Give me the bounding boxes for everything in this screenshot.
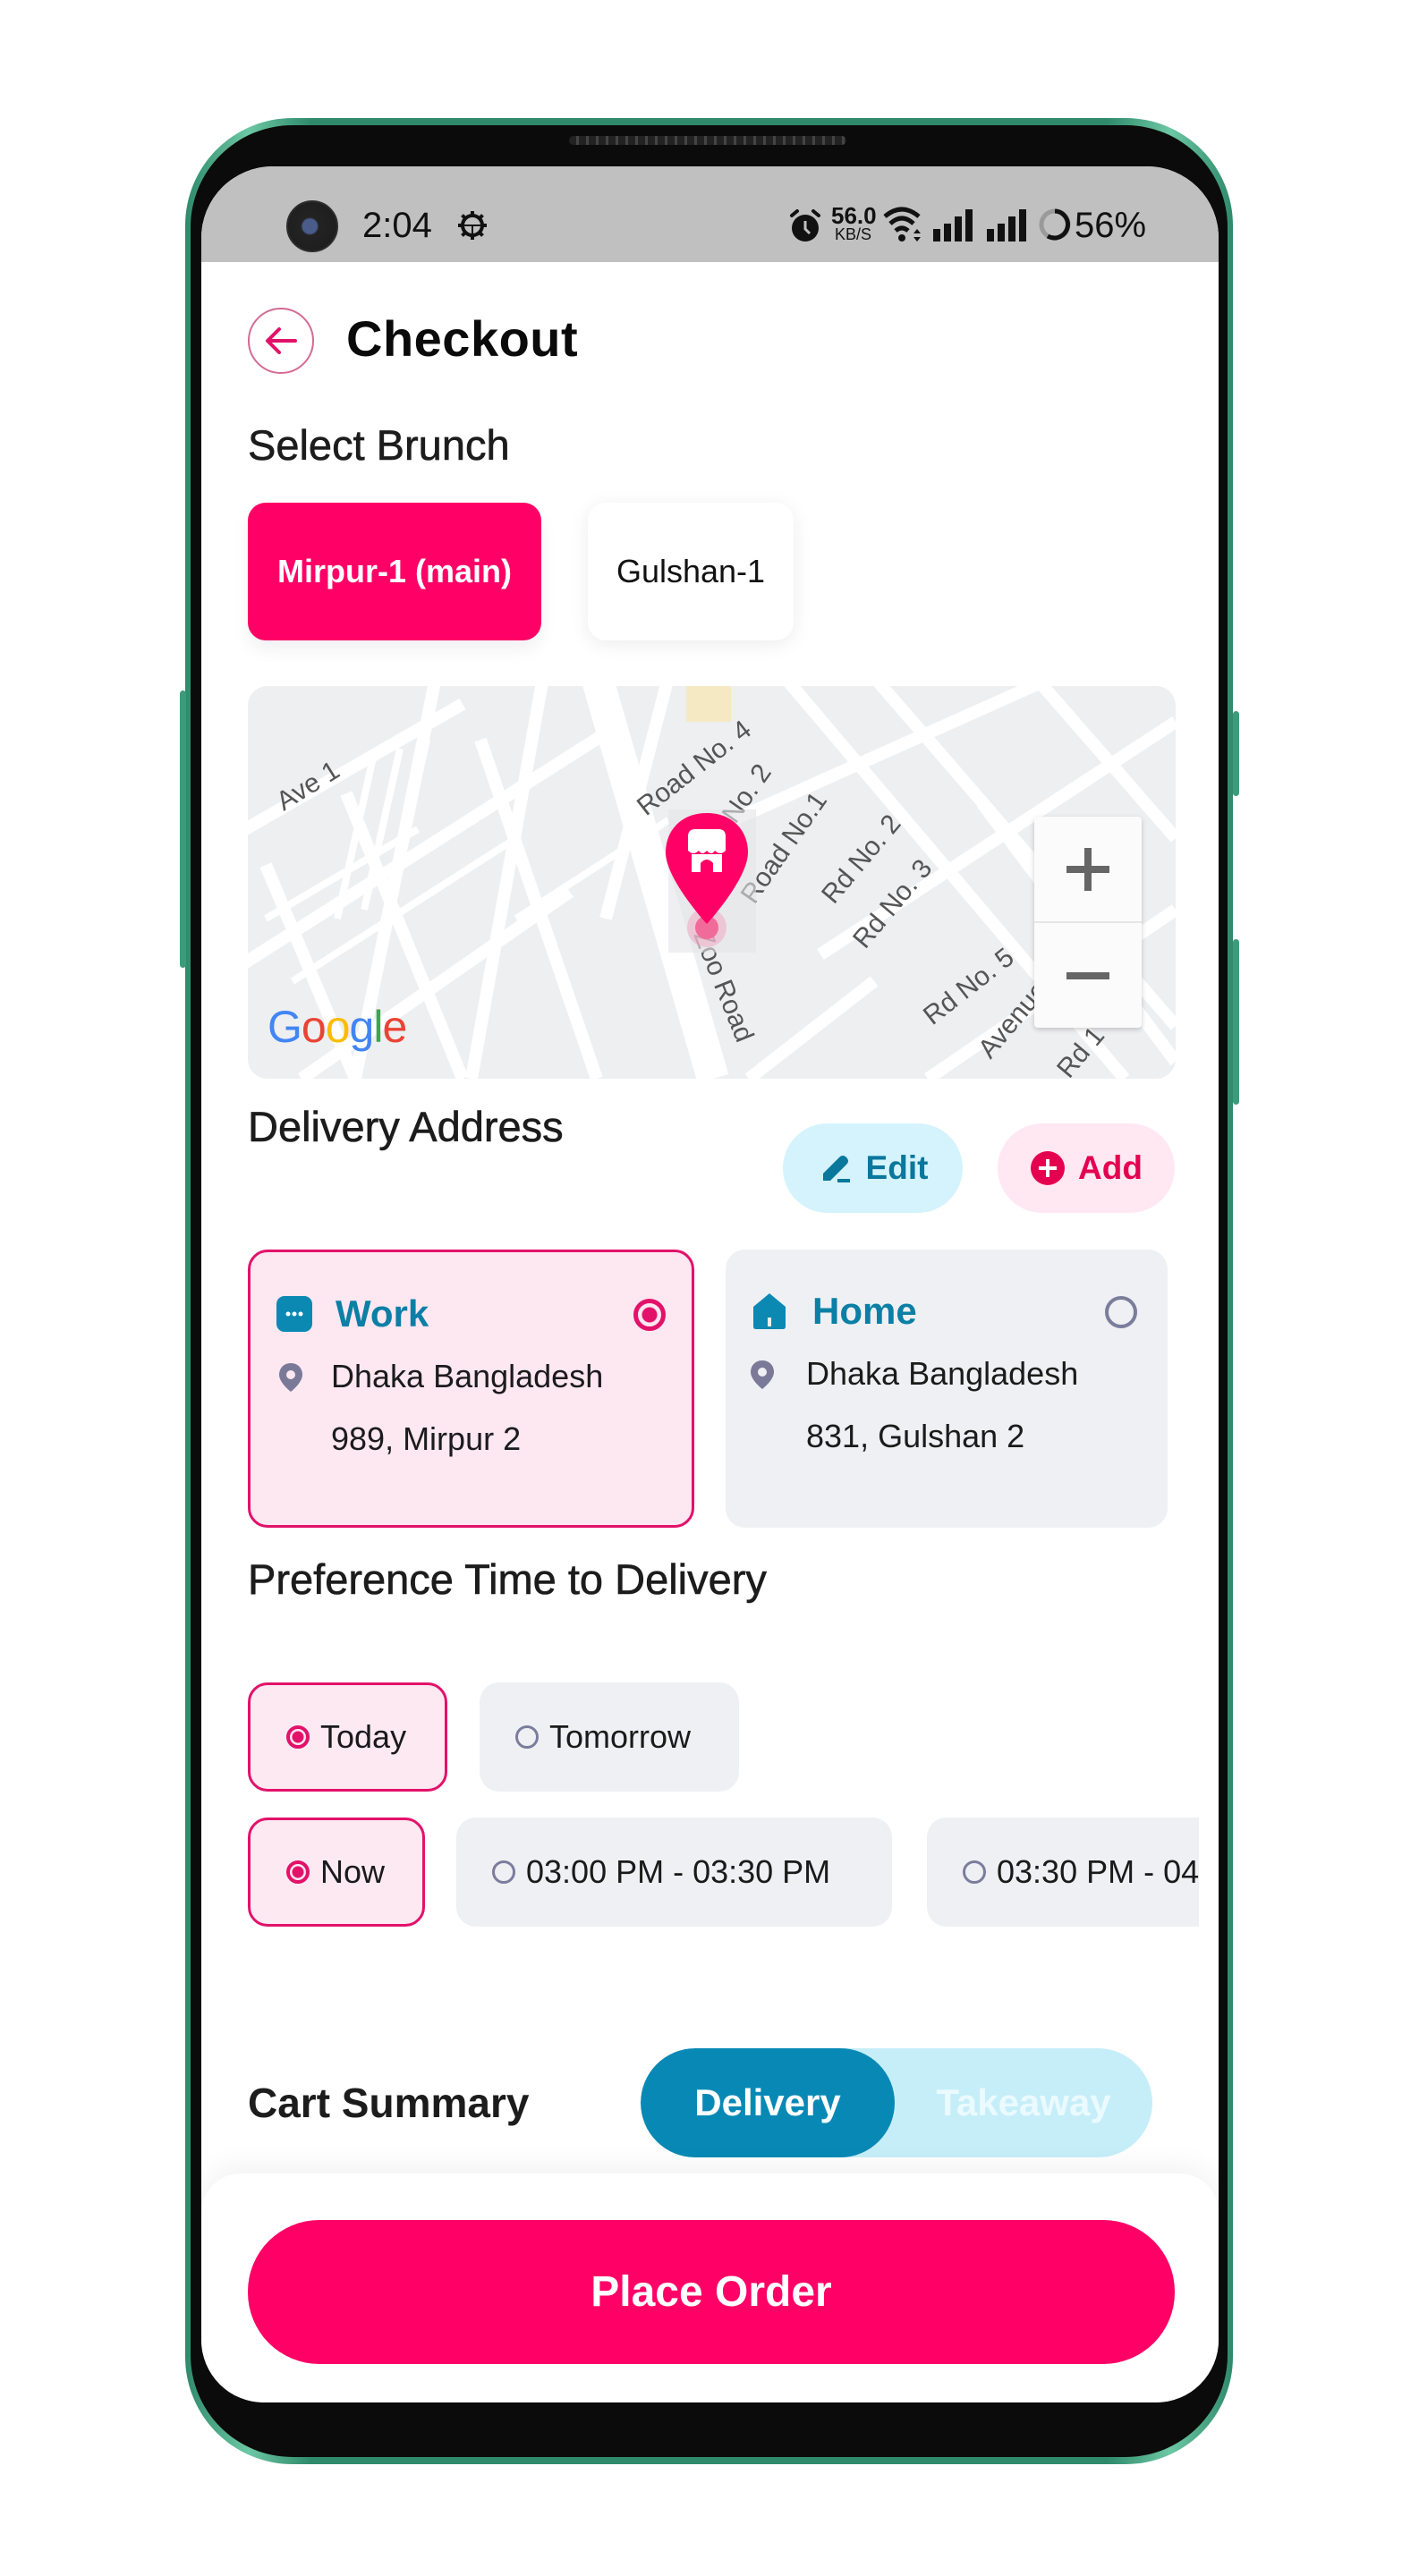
back-button[interactable] — [248, 308, 314, 374]
branch-option-gulshan-1[interactable]: Gulshan-1 — [588, 503, 794, 640]
phone-side-button-right-bottom — [1233, 939, 1239, 1105]
battery-percent: 56% — [1075, 206, 1147, 245]
day-label: Tomorrow — [549, 1718, 692, 1755]
phone-side-button-left — [180, 691, 186, 968]
day-option-today[interactable]: Today — [248, 1682, 447, 1792]
address-line-2: 989, Mirpur 2 — [331, 1420, 522, 1457]
status-bar: 2:04 56.0 KB/S 56% — [201, 166, 1219, 262]
radio-selected-icon — [286, 1725, 310, 1749]
status-time: 2:04 — [362, 206, 432, 245]
radio-selected-icon — [286, 1860, 310, 1884]
home-icon — [753, 1293, 786, 1329]
address-card-work[interactable]: Work Dhaka Bangladesh 989, Mirpur 2 — [248, 1250, 694, 1528]
time-slot-0300-0330[interactable]: 03:00 PM - 03:30 PM — [456, 1818, 892, 1927]
branch-map[interactable]: Ave 1 Road No. 4 No. 2 Road No.1 Rd No. … — [248, 686, 1176, 1079]
address-radio-unselected[interactable] — [1105, 1296, 1137, 1328]
select-branch-heading: Select Brunch — [248, 421, 510, 470]
place-order-button[interactable]: Place Order — [248, 2220, 1175, 2364]
plus-circle-icon — [1031, 1151, 1066, 1185]
map-zoom-controls — [1034, 817, 1142, 1028]
front-camera — [286, 200, 338, 252]
radio-unselected-icon — [515, 1725, 539, 1749]
address-card-home[interactable]: Home Dhaka Bangladesh 831, Gulshan 2 — [726, 1250, 1168, 1528]
address-radio-selected[interactable] — [633, 1299, 666, 1331]
delivery-mode-toggle[interactable]: Takeaway Delivery — [641, 2048, 1152, 2157]
minus-icon — [1066, 971, 1109, 979]
location-pin-icon — [279, 1363, 302, 1392]
cart-summary-heading: Cart Summary — [248, 2080, 530, 2126]
pencil-icon — [822, 1156, 850, 1182]
wifi-icon — [883, 207, 921, 242]
add-address-button[interactable]: Add — [998, 1123, 1175, 1213]
location-pin-icon — [751, 1360, 774, 1389]
signal-strength-icon-1 — [933, 209, 973, 242]
screen: 2:04 56.0 KB/S 56% Checkout Select Brunc… — [201, 166, 1219, 2402]
preference-time-heading: Preference Time to Delivery — [248, 1555, 767, 1604]
time-slot-scroller[interactable]: Now 03:00 PM - 03:30 PM 03:30 PM - 04:00… — [248, 1818, 1199, 1928]
street-label-rd-1: Rd 1 — [1051, 1021, 1110, 1079]
edit-address-button[interactable]: Edit — [783, 1123, 963, 1213]
time-slot-now[interactable]: Now — [248, 1818, 425, 1927]
map-zoom-out-button[interactable] — [1034, 923, 1142, 1028]
google-logo: Google — [268, 1002, 407, 1052]
street-label-ave-1: Ave 1 — [271, 756, 344, 817]
time-slot-0330-0400[interactable]: 03:30 PM - 04:00 PM — [927, 1818, 1199, 1927]
settings-gear-icon — [458, 211, 487, 240]
earpiece-speaker — [569, 136, 846, 145]
time-slot-label: Now — [320, 1853, 386, 1890]
edit-label: Edit — [865, 1149, 929, 1186]
phone-side-button-right-top — [1233, 711, 1239, 796]
map-zoom-in-button[interactable] — [1034, 817, 1142, 923]
store-location-marker[interactable] — [661, 809, 760, 953]
branch-label: Mirpur-1 (main) — [276, 553, 512, 589]
branch-option-mirpur-1[interactable]: Mirpur-1 (main) — [248, 503, 541, 640]
alarm-icon — [790, 209, 820, 242]
page-title: Checkout — [346, 310, 579, 367]
address-line-1: Dhaka Bangladesh — [331, 1358, 604, 1394]
mode-option-delivery[interactable]: Delivery — [641, 2048, 895, 2157]
address-line-1: Dhaka Bangladesh — [806, 1355, 1079, 1392]
add-label: Add — [1078, 1149, 1143, 1186]
address-label: Work — [336, 1292, 429, 1335]
signal-strength-icon-2 — [987, 209, 1026, 242]
day-option-tomorrow[interactable]: Tomorrow — [480, 1682, 739, 1792]
work-icon — [276, 1296, 312, 1332]
radio-unselected-icon — [492, 1860, 515, 1884]
arrow-left-icon — [266, 327, 297, 354]
delivery-address-heading: Delivery Address — [248, 1103, 564, 1151]
address-label: Home — [812, 1290, 917, 1332]
battery-ring-icon — [1039, 208, 1071, 241]
time-slot-label: 03:00 PM - 03:30 PM — [526, 1853, 831, 1890]
plus-icon — [1066, 847, 1109, 891]
time-slot-label: 03:30 PM - 04:00 PM — [997, 1853, 1199, 1890]
address-line-2: 831, Gulshan 2 — [806, 1418, 1025, 1454]
mode-option-takeaway[interactable]: Takeaway — [895, 2048, 1152, 2157]
network-speed-unit: KB/S — [835, 225, 872, 243]
radio-unselected-icon — [963, 1860, 986, 1884]
day-label: Today — [320, 1718, 407, 1755]
branch-label: Gulshan-1 — [616, 553, 766, 589]
